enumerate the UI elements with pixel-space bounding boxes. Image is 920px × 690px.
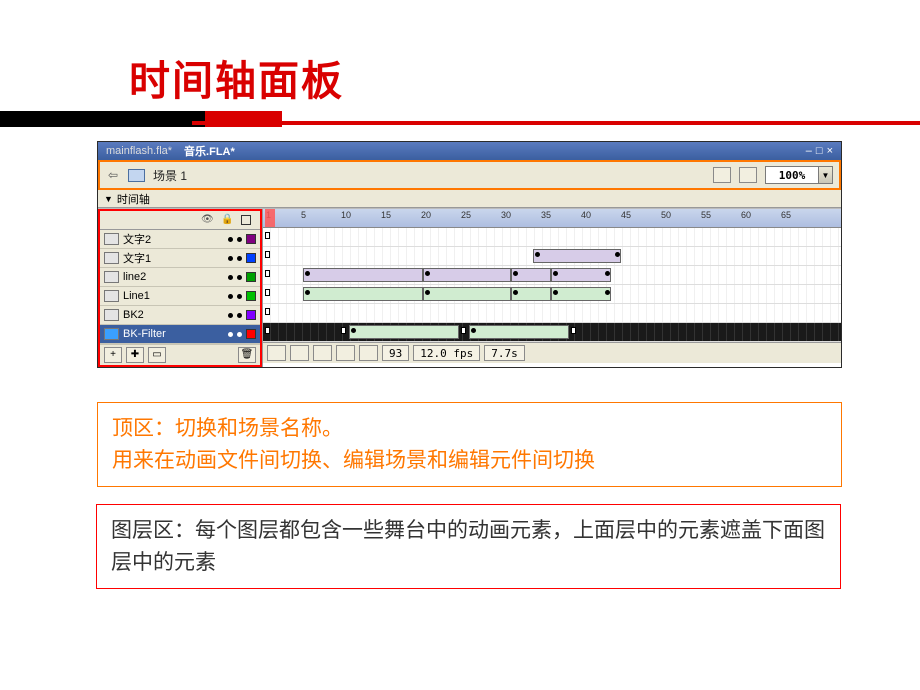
layer-row-selected[interactable]: BK-Filter: [100, 325, 260, 344]
trash-icon[interactable]: 🗑: [238, 347, 256, 363]
layer-icon: [104, 328, 119, 340]
scene-icon: [128, 169, 145, 182]
lock-icon[interactable]: 🔒: [221, 215, 231, 225]
minimize-icon[interactable]: –: [806, 145, 812, 157]
frame-track[interactable]: [263, 247, 841, 266]
color-swatch[interactable]: [246, 272, 256, 282]
color-swatch[interactable]: [246, 329, 256, 339]
layer-row[interactable]: 文字2: [100, 230, 260, 249]
restore-icon[interactable]: □: [816, 145, 823, 157]
layer-icon: [104, 290, 119, 302]
frames-footer: 93 12.0 fps 7.7s: [263, 342, 841, 363]
outline-toggle-icon[interactable]: [241, 215, 251, 225]
playhead-icon[interactable]: [265, 209, 275, 227]
onion-markers-icon[interactable]: [359, 345, 378, 361]
scene-bar: ⇦ 场景 1 100% ▼: [98, 160, 841, 190]
frames-area: 1 5 10 15 20 25 30 35 40 45 50 55 60 65: [262, 209, 841, 367]
color-swatch[interactable]: [246, 310, 256, 320]
layer-panel: 👁 🔒 文字2 文字1 line2 Line1 BK2 BK-Filter + …: [98, 209, 262, 367]
timeline-panel-header[interactable]: 时间轴: [98, 190, 841, 208]
flash-timeline-screenshot: mainflash.fla* 音乐.FLA* – □ × ⇦ 场景 1 100%…: [97, 141, 842, 368]
layer-icon: [104, 233, 119, 245]
edit-symbol-icon[interactable]: [739, 167, 757, 183]
add-layer-icon[interactable]: +: [104, 347, 122, 363]
frame-track-selected[interactable]: [263, 323, 841, 342]
color-swatch[interactable]: [246, 253, 256, 263]
eye-icon[interactable]: 👁: [201, 215, 211, 225]
layer-icon: [104, 309, 119, 321]
file-tab-active[interactable]: 音乐.FLA*: [184, 143, 235, 159]
chevron-down-icon[interactable]: ▼: [819, 166, 833, 184]
frame-track[interactable]: [263, 228, 841, 247]
caption-top-region: 顶区：切换和场景名称。 用来在动画文件间切换、编辑场景和编辑元件间切换: [97, 402, 842, 487]
edit-multi-icon[interactable]: [336, 345, 355, 361]
onion-skin-icon[interactable]: [290, 345, 309, 361]
close-icon[interactable]: ×: [827, 145, 833, 157]
current-frame: 93: [382, 345, 409, 361]
color-swatch[interactable]: [246, 234, 256, 244]
frame-track[interactable]: [263, 304, 841, 323]
layer-column-headers: 👁 🔒: [100, 211, 260, 230]
layer-row[interactable]: Line1: [100, 287, 260, 306]
layer-row[interactable]: 文字1: [100, 249, 260, 268]
layer-icon: [104, 252, 119, 264]
file-tab[interactable]: mainflash.fla*: [106, 145, 172, 157]
frame-ruler[interactable]: 1 5 10 15 20 25 30 35 40 45 50 55 60 65: [263, 209, 841, 228]
back-arrow-icon[interactable]: ⇦: [106, 168, 120, 182]
frame-track[interactable]: [263, 266, 841, 285]
slide-title: 时间轴面板: [129, 47, 344, 107]
layer-row[interactable]: line2: [100, 268, 260, 287]
frame-rate: 12.0 fps: [413, 345, 480, 361]
frame-track[interactable]: [263, 285, 841, 304]
add-folder-icon[interactable]: ▭: [148, 347, 166, 363]
layer-icon: [104, 271, 119, 283]
onion-outline-icon[interactable]: [313, 345, 332, 361]
edit-scene-icon[interactable]: [713, 167, 731, 183]
elapsed-time: 7.7s: [484, 345, 525, 361]
zoom-value[interactable]: 100%: [765, 166, 819, 184]
zoom-control[interactable]: 100% ▼: [765, 166, 833, 184]
add-guide-icon[interactable]: ✚: [126, 347, 144, 363]
color-swatch[interactable]: [246, 291, 256, 301]
center-frame-icon[interactable]: [267, 345, 286, 361]
scene-name: 场景 1: [153, 167, 187, 184]
file-tab-bar: mainflash.fla* 音乐.FLA* – □ ×: [98, 142, 841, 160]
decor-stripe: [192, 121, 920, 125]
layer-row[interactable]: BK2: [100, 306, 260, 325]
caption-layer-region: 图层区：每个图层都包含一些舞台中的动画元素，上面层中的元素遮盖下面图层中的元素: [96, 504, 841, 589]
layer-footer: + ✚ ▭ 🗑: [100, 344, 260, 365]
